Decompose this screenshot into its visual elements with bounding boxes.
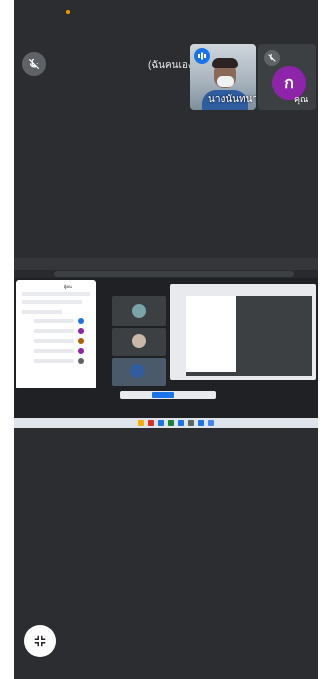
stop-sharing-button — [152, 392, 174, 398]
self-name: นางนันทนา — [208, 94, 256, 105]
exit-fullscreen-icon[interactable] — [24, 625, 56, 657]
browser-tab-bar — [14, 258, 318, 270]
nested-shared-screen — [170, 284, 316, 380]
participant-name-label: (ฉันคนเอง) — [148, 60, 197, 71]
people-panel-title: ผู้คน — [64, 284, 72, 289]
people-panel: ผู้คน — [16, 280, 96, 390]
recording-dot — [66, 10, 70, 14]
meeting-stage: (ฉันคนเอง) นางนันทนา ก คุณ ผู้คน — [14, 0, 318, 679]
participant-tile[interactable]: ก คุณ — [258, 44, 316, 110]
self-video-tile[interactable]: นางนันทนา — [190, 44, 256, 110]
shared-screen: ผู้คน — [14, 258, 318, 428]
os-taskbar — [14, 418, 318, 428]
speaking-indicator-icon — [194, 48, 210, 64]
participant-mic-muted-icon — [264, 50, 280, 66]
main-mic-muted-icon — [22, 52, 46, 76]
shared-tile-1 — [112, 296, 166, 326]
participant-name: คุณ — [294, 94, 309, 104]
shared-tile-2 — [112, 328, 166, 356]
browser-url-bar — [14, 270, 318, 278]
sharing-notice — [120, 391, 216, 399]
shared-tile-3 — [112, 358, 166, 386]
